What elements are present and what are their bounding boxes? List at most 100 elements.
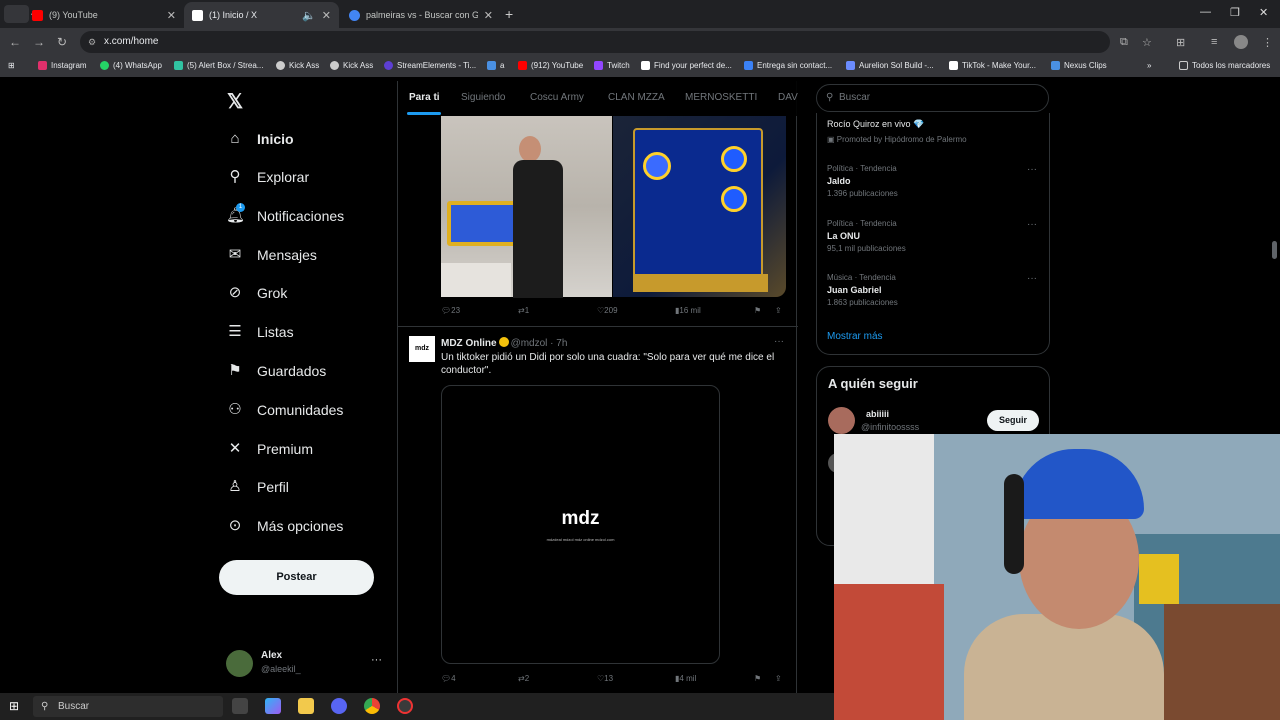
reload-icon[interactable]: ↻	[57, 35, 67, 49]
more-icon[interactable]: ···	[1027, 219, 1037, 230]
bookmark-aurelion[interactable]: Aurelion Sol Build -...	[846, 61, 934, 70]
apps-icon[interactable]: ⊞	[8, 61, 15, 70]
trend-item[interactable]: Política · Tendencia La ONU 95,1 mil pub…	[827, 219, 1037, 253]
close-tab-icon[interactable]: ✕	[322, 9, 331, 22]
bookmark-find[interactable]: Find your perfect de...	[641, 61, 732, 70]
trend-item[interactable]: Música · Tendencia Juan Gabriel 1.863 pu…	[827, 273, 1037, 307]
bookmark-kickass-1[interactable]: Kick Ass	[276, 61, 319, 70]
bookmark-whatsapp[interactable]: (4) WhatsApp	[100, 61, 162, 70]
bookmark-instagram[interactable]: Instagram	[38, 61, 87, 70]
menu-icon[interactable]: ⋮	[1262, 36, 1273, 49]
bookmark-youtube[interactable]: (912) YouTube	[518, 61, 583, 70]
more-icon[interactable]: ···	[774, 336, 784, 347]
show-more-link[interactable]: Mostrar más	[827, 331, 883, 342]
cast-icon[interactable]: ⧉	[1120, 36, 1128, 49]
bookmark-tiktok[interactable]: TikTok - Make Your...	[949, 61, 1036, 70]
task-view-icon[interactable]	[232, 698, 248, 714]
tweet-image-person[interactable]	[441, 116, 612, 298]
bookmark-a[interactable]: a	[487, 61, 504, 70]
speaker-icon[interactable]: 🔈	[302, 9, 316, 22]
sidebar-item-explorar[interactable]: ⚲ Explorar	[226, 168, 310, 186]
more-icon[interactable]: ···	[1027, 273, 1037, 284]
tab-dav[interactable]: DAV	[778, 92, 798, 103]
share-icon[interactable]: ⇪	[775, 674, 782, 683]
sidebar-item-mensajes[interactable]: ✉ Mensajes	[226, 246, 317, 264]
media-icon[interactable]: ≡	[1211, 36, 1217, 48]
like-button[interactable]: ♡ 13	[597, 674, 613, 683]
bookmark-streamelements[interactable]: StreamElements - Ti...	[384, 61, 476, 70]
restore-icon[interactable]: ❐	[1230, 6, 1240, 19]
more-icon[interactable]: ···	[371, 654, 382, 666]
close-tab-icon[interactable]: ✕	[167, 9, 176, 22]
account-switcher[interactable]: Alex @aleekil_ ···	[226, 648, 386, 678]
tab-para-ti[interactable]: Para ti	[409, 92, 440, 103]
bookmark-tweet-icon[interactable]: ⚑	[754, 674, 761, 683]
tab-clan-mzza[interactable]: CLAN MZZA	[608, 92, 665, 103]
tweet-time[interactable]: · 7h	[550, 338, 567, 349]
tab-coscu-army[interactable]: Coscu Army	[530, 92, 584, 103]
close-tab-icon[interactable]: ✕	[484, 9, 493, 22]
bookmark-nexus[interactable]: Nexus Clips	[1051, 61, 1107, 70]
bookmark-entrega[interactable]: Entrega sin contact...	[744, 61, 832, 70]
retweet-button[interactable]: ⇄ 2	[518, 674, 529, 683]
tab-siguiendo[interactable]: Siguiendo	[461, 92, 505, 103]
new-tab-button[interactable]: +	[505, 6, 513, 22]
minimize-icon[interactable]: —	[1200, 6, 1211, 18]
copilot-icon[interactable]	[265, 698, 281, 714]
views-button[interactable]: ▮ 4 mil	[675, 674, 696, 683]
back-icon[interactable]: ←	[9, 35, 21, 49]
views-button[interactable]: ▮ 16 mil	[675, 306, 701, 315]
all-bookmarks[interactable]: Todos los marcadores	[1179, 61, 1270, 70]
more-bookmarks-icon[interactable]: »	[1147, 61, 1151, 70]
follow-button[interactable]: Seguir	[987, 410, 1039, 431]
site-info-icon[interactable]: ⚙	[88, 31, 96, 53]
close-window-icon[interactable]: ✕	[1259, 6, 1268, 19]
reply-button[interactable]: 💬︎ 23	[441, 306, 460, 315]
chrome-icon[interactable]	[364, 698, 380, 714]
x-logo-icon[interactable]: 𝕏	[227, 89, 243, 114]
tab-x-home[interactable]: (1) Inicio / X 🔈 ✕	[184, 2, 339, 28]
avatar[interactable]	[828, 407, 855, 434]
sidebar-item-listas[interactable]: ☰ Listas	[226, 323, 293, 341]
star-icon[interactable]: ☆	[1142, 36, 1152, 49]
scrollbar-thumb[interactable]	[1272, 241, 1277, 259]
retweet-button[interactable]: ⇄ 1	[518, 306, 529, 315]
search-input[interactable]: ⚲ Buscar	[816, 84, 1049, 112]
sidebar-item-perfil[interactable]: ♙ Perfil	[226, 478, 289, 496]
tweet-handle[interactable]: @mdzol	[511, 338, 548, 349]
tab-google[interactable]: palmeiras vs - Buscar con Google ✕	[341, 2, 501, 28]
bookmark-kickass-2[interactable]: Kick Ass	[330, 61, 373, 70]
sidebar-item-premium[interactable]: ✕ Premium	[226, 440, 313, 458]
windows-start-icon[interactable]: ⊞	[9, 699, 19, 713]
obs-icon[interactable]	[397, 698, 413, 714]
extensions-icon[interactable]: ⊞	[1176, 36, 1185, 49]
more-icon[interactable]: ···	[1027, 164, 1037, 175]
profile-avatar-icon[interactable]	[1234, 35, 1248, 49]
tab-mernosketti[interactable]: MERNOSKETTI	[685, 92, 757, 103]
tab-youtube[interactable]: (9) YouTube ✕	[24, 2, 184, 28]
reply-button[interactable]: 💬︎ 4	[441, 674, 456, 683]
avatar[interactable]: mdz	[409, 336, 435, 362]
tweet-video[interactable]: mdz mdzdeal mdzol mdz online mdzol.com	[441, 385, 720, 664]
sidebar-item-grok[interactable]: ⊘ Grok	[226, 284, 288, 302]
tweet-image-pc[interactable]	[613, 116, 786, 297]
bookmark-tweet-icon[interactable]: ⚑	[754, 306, 761, 315]
tweet-author[interactable]: MDZ Online	[441, 338, 497, 349]
sidebar-item-inicio[interactable]: ⌂ Inicio	[226, 130, 293, 148]
file-explorer-icon[interactable]	[298, 698, 314, 714]
trend-item[interactable]: Política · Tendencia Jaldo 1.396 publica…	[827, 164, 1037, 198]
like-button[interactable]: ♡ 209	[597, 306, 618, 315]
bookmark-twitch[interactable]: Twitch	[594, 61, 630, 70]
bookmark-alertbox[interactable]: (5) Alert Box / Strea...	[174, 61, 263, 70]
sidebar-item-notificaciones[interactable]: 🔔︎ 1 Notificaciones	[226, 203, 344, 225]
discord-icon[interactable]	[331, 698, 347, 714]
share-icon[interactable]: ⇪	[775, 306, 782, 315]
follow-name[interactable]: abiiiii	[866, 409, 889, 419]
sidebar-item-guardados[interactable]: ⚑ Guardados	[226, 362, 326, 380]
sidebar-item-comunidades[interactable]: ⚇ Comunidades	[226, 401, 343, 419]
sidebar-item-mas-opciones[interactable]: ⊙ Más opciones	[226, 517, 344, 535]
post-button[interactable]: Postear	[219, 560, 374, 595]
address-bar[interactable]: ⚙ x.com/home	[80, 31, 1110, 53]
forward-icon[interactable]: →	[33, 35, 45, 49]
taskbar-search[interactable]: ⚲ Buscar	[33, 696, 223, 717]
